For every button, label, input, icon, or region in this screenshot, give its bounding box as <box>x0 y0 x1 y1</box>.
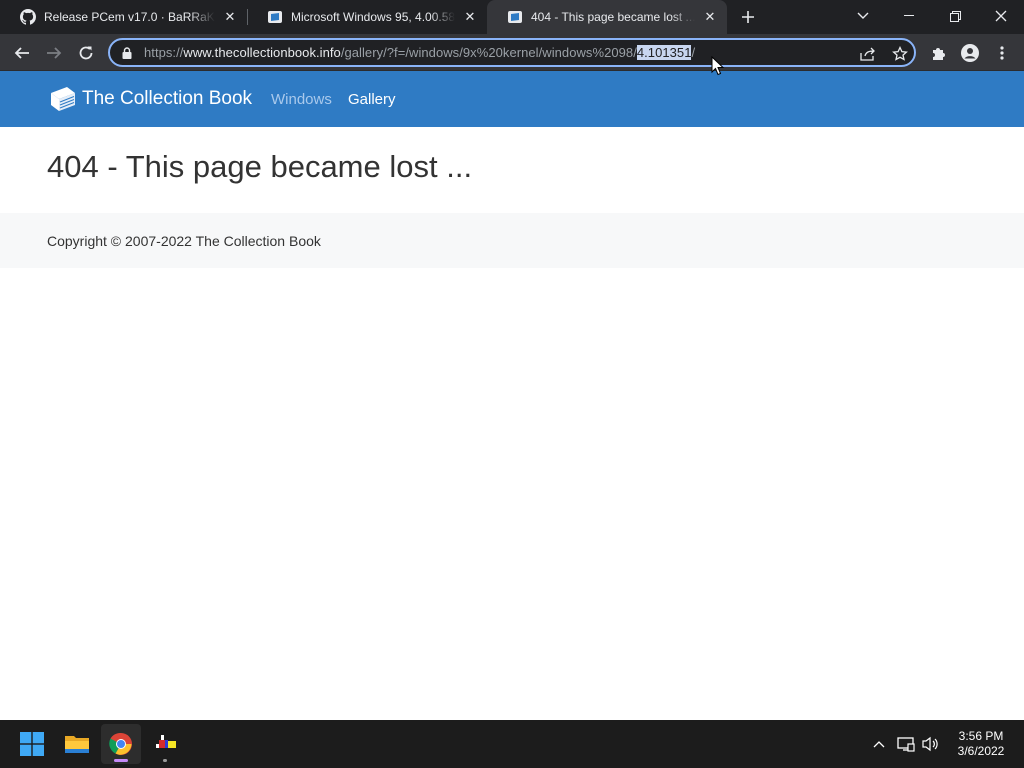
chevron-up-icon <box>873 741 885 748</box>
lock-icon[interactable] <box>120 46 134 59</box>
running-app-indicator <box>163 759 167 762</box>
active-app-indicator <box>114 759 128 762</box>
folder-icon <box>65 736 89 753</box>
url-path: /gallery/?f=/windows/9x%20kernel/windows… <box>340 45 637 60</box>
puzzle-icon <box>933 48 945 60</box>
chevron-down-icon <box>857 12 869 19</box>
taskbar-chrome[interactable] <box>101 724 141 764</box>
bookmark-star-icon[interactable] <box>890 44 910 64</box>
plus-icon <box>742 11 754 23</box>
tab-windows-95[interactable]: Microsoft Windows 95, 4.00.58s - The Col… <box>247 0 487 34</box>
clock-date: 3/6/2022 <box>957 744 1005 758</box>
minimize-button[interactable] <box>886 0 932 32</box>
reload-button[interactable] <box>72 39 100 67</box>
browser-menu-button[interactable] <box>988 39 1016 67</box>
github-icon <box>20 9 36 25</box>
close-icon[interactable]: ✕ <box>221 8 239 26</box>
more-vertical-icon <box>1000 46 1004 60</box>
site-footer: Copyright © 2007-2022 The Collection Boo… <box>0 213 1024 268</box>
tab-title: Microsoft Windows 95, 4.00.58s - The Col… <box>291 10 455 24</box>
book-icon <box>507 9 523 25</box>
tab-search-button[interactable] <box>840 0 886 32</box>
page-title: 404 - This page became lost ... <box>47 149 473 184</box>
tab-strip: Release PCem v17.0 · BaRRaKudaRain/PCem-… <box>0 0 1024 34</box>
mouse-cursor-icon <box>711 56 725 76</box>
forward-arrow-icon <box>47 47 62 59</box>
nav-link-gallery[interactable]: Gallery <box>348 91 396 108</box>
back-arrow-icon <box>14 47 29 59</box>
system-clock[interactable]: 3:56 PM 3/6/2022 <box>946 729 1016 759</box>
brand-name: The Collection Book <box>82 88 253 109</box>
tab-github-release[interactable]: Release PCem v17.0 · BaRRaKudaRain/PCem-… <box>0 0 247 34</box>
forward-button[interactable] <box>40 39 68 67</box>
url-tail: / <box>691 45 696 60</box>
minimize-icon <box>904 15 914 16</box>
clock-time: 3:56 PM <box>958 729 1004 743</box>
close-icon[interactable]: ✕ <box>701 8 719 26</box>
restore-button[interactable] <box>932 0 978 32</box>
restore-icon <box>949 10 961 22</box>
windows-logo-icon <box>20 732 44 756</box>
back-button[interactable] <box>8 39 36 67</box>
show-hidden-icons-button[interactable] <box>869 734 889 754</box>
windows-taskbar: 3:56 PM 3/6/2022 <box>0 720 1024 768</box>
close-window-button[interactable] <box>978 0 1024 32</box>
chrome-icon <box>109 732 132 755</box>
url-selection: 4.101351 <box>636 45 692 60</box>
copyright-text: Copyright © 2007-2022 The Collection Boo… <box>47 233 321 249</box>
url-host: www.thecollectionbook.info <box>183 45 341 60</box>
share-icon[interactable] <box>858 44 878 64</box>
volume-icon[interactable] <box>921 734 941 754</box>
new-tab-button[interactable] <box>736 6 760 28</box>
profile-button[interactable] <box>956 39 984 67</box>
site-navbar: The Collection Book Windows Gallery <box>0 71 1024 127</box>
url-text[interactable]: https://www.thecollectionbook.info/galle… <box>144 45 695 60</box>
browser-toolbar: https://www.thecollectionbook.info/galle… <box>0 34 1024 71</box>
pcem-icon <box>156 735 176 748</box>
avatar-icon <box>961 44 979 62</box>
url-scheme: https:// <box>144 45 184 60</box>
taskbar-file-explorer[interactable] <box>57 724 97 764</box>
extensions-button[interactable] <box>924 39 952 67</box>
tab-title: Release PCem v17.0 · BaRRaKudaRain/PCem-… <box>44 10 215 24</box>
close-icon <box>995 10 1007 22</box>
network-icon[interactable] <box>896 734 916 754</box>
site-brand[interactable]: The Collection Book <box>47 85 252 113</box>
tab-title: 404 - This page became lost ... - The Co… <box>531 10 695 24</box>
taskbar-pcem[interactable] <box>145 724 185 764</box>
book-icon <box>51 87 75 111</box>
start-button[interactable] <box>12 724 52 764</box>
tab-404-page[interactable]: 404 - This page became lost ... - The Co… <box>487 0 727 34</box>
book-icon <box>267 9 283 25</box>
address-bar[interactable]: https://www.thecollectionbook.info/galle… <box>108 38 916 67</box>
nav-link-windows[interactable]: Windows <box>271 91 332 108</box>
close-icon[interactable]: ✕ <box>461 8 479 26</box>
reload-icon <box>79 46 93 60</box>
